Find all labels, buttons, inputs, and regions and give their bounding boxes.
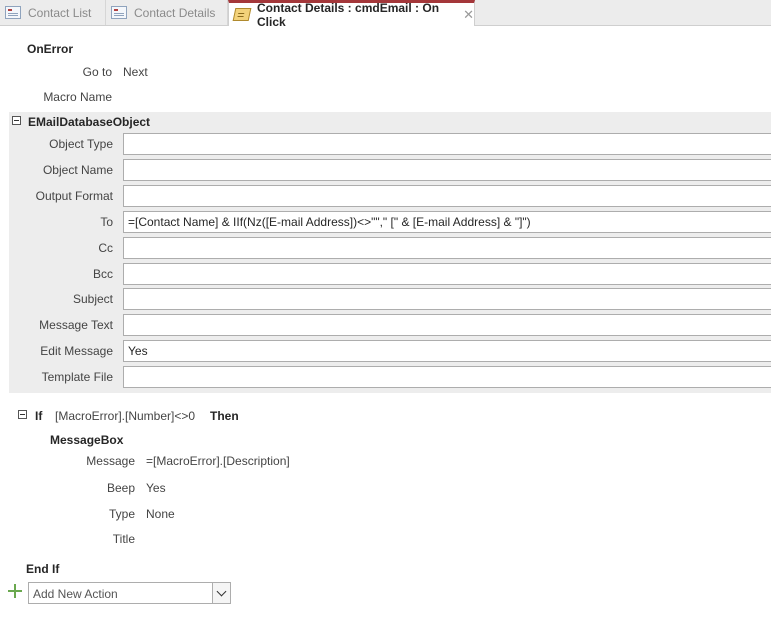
goto-value[interactable]: Next <box>123 65 148 79</box>
email-arg-label: Message Text <box>39 318 113 332</box>
goto-label: Go to <box>82 65 112 79</box>
messagebox-arg-label: Type <box>108 507 135 521</box>
form-icon <box>111 6 127 19</box>
macro-icon <box>232 8 252 21</box>
if-keyword: If <box>35 409 43 423</box>
email-arg-label: Object Name <box>42 163 113 177</box>
tab-label: Contact Details <box>134 5 216 20</box>
macro-name-label: Macro Name <box>43 90 112 104</box>
onerror-action-title[interactable]: OnError <box>27 42 73 56</box>
email-arg-field[interactable] <box>123 366 771 388</box>
messagebox-arg-value[interactable]: =[MacroError].[Description] <box>146 454 290 468</box>
add-new-action-placeholder: Add New Action <box>33 587 118 601</box>
add-icon[interactable] <box>8 584 22 598</box>
document-tab-bar: Contact List Contact Details Contact Det… <box>0 0 771 29</box>
email-arg-field[interactable]: =[Contact Name] & IIf(Nz([E-mail Address… <box>123 211 771 233</box>
collapse-icon[interactable] <box>18 410 27 419</box>
email-arg-label: Edit Message <box>40 344 113 358</box>
chevron-down-icon[interactable] <box>212 583 230 603</box>
collapse-icon[interactable] <box>12 116 21 125</box>
email-arg-label: Cc <box>98 241 113 255</box>
email-arg-field[interactable] <box>123 237 771 259</box>
tab-contact-details[interactable]: Contact Details <box>106 0 228 25</box>
email-arg-field[interactable] <box>123 159 771 181</box>
messagebox-arg-label: Beep <box>106 481 135 495</box>
email-arg-label: Template File <box>41 370 113 384</box>
tab-contact-list[interactable]: Contact List <box>0 0 106 25</box>
messagebox-arg-label: Message <box>86 454 135 468</box>
messagebox-arg-value[interactable]: Yes <box>146 481 166 495</box>
email-action-title[interactable]: EMailDatabaseObject <box>28 115 150 129</box>
email-arg-field[interactable] <box>123 133 771 155</box>
email-arg-field[interactable] <box>123 185 771 207</box>
end-if-keyword: End If <box>26 562 60 576</box>
email-arg-label: To <box>100 215 113 229</box>
email-arg-field[interactable] <box>123 288 771 310</box>
tab-label: Contact List <box>28 5 92 20</box>
email-arg-label: Object Type <box>49 137 113 151</box>
messagebox-arg-label: Title <box>112 532 135 546</box>
email-arg-label: Subject <box>72 292 113 306</box>
email-arg-field[interactable] <box>123 263 771 285</box>
tab-macro-on-click[interactable]: Contact Details : cmdEmail : On Click ✕ <box>228 0 475 29</box>
email-arg-label: Output Format <box>35 189 113 203</box>
email-arg-field[interactable] <box>123 314 771 336</box>
messagebox-action-title[interactable]: MessageBox <box>50 433 123 447</box>
close-icon[interactable]: ✕ <box>463 7 474 23</box>
add-new-action-combo[interactable]: Add New Action <box>28 582 231 604</box>
then-keyword: Then <box>210 409 239 423</box>
tab-label: Contact Details : cmdEmail : On Click <box>257 0 440 29</box>
form-icon <box>5 6 21 19</box>
email-arg-field[interactable]: Yes <box>123 340 771 362</box>
email-arg-label: Bcc <box>92 267 113 281</box>
messagebox-arg-value[interactable]: None <box>146 507 175 521</box>
if-condition[interactable]: [MacroError].[Number]<>0 <box>55 409 195 423</box>
